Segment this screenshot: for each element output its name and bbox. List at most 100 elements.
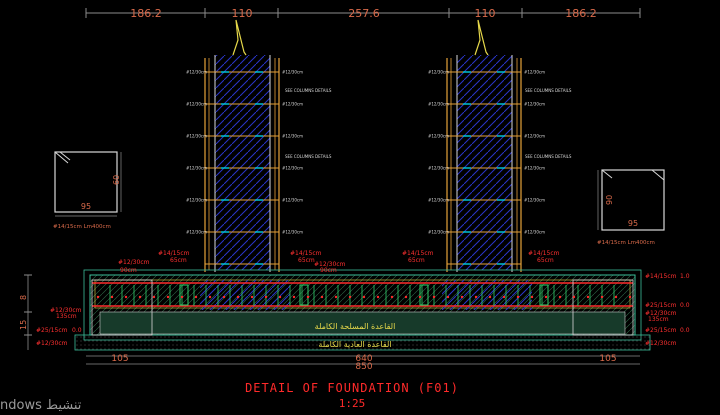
column-right xyxy=(446,19,522,272)
rebar-dot xyxy=(530,295,534,299)
rebar-dot xyxy=(348,295,352,299)
lbl-stirrup-a: #12/30cm xyxy=(118,259,150,266)
column-bar-label: #12/30cm xyxy=(428,70,449,75)
lbl-stirrup-a-len: 90cm xyxy=(120,267,137,274)
rebar-dot xyxy=(460,295,464,299)
lbl-mid-r-len: 65cm xyxy=(408,257,425,264)
rebar-dot xyxy=(516,295,520,299)
lbl-right-a: #14/15cm xyxy=(645,273,677,280)
rebar-dot xyxy=(418,295,422,299)
rebar-dot xyxy=(572,295,576,299)
lbl-right-d-len: 0.0 xyxy=(680,327,690,334)
rebar-dot xyxy=(600,295,604,299)
rebar-dot xyxy=(264,295,268,299)
dim-top-5: 186.2 xyxy=(565,7,597,20)
tie-beam-right-caption: #14/15cm Lm400cm xyxy=(597,240,655,246)
rebar-dot xyxy=(404,295,408,299)
lbl-col-right-top: #14/15cm xyxy=(528,250,560,257)
reinforced-base-label: القاعدة المسلحة الكاملة xyxy=(315,322,396,331)
dim-top-4: 110 xyxy=(475,7,496,20)
tie-beam-left-dim-a: 60 xyxy=(112,175,121,185)
see-details-left-2: SEE COLUMNS DETAILS xyxy=(285,154,332,159)
rebar-dot xyxy=(208,295,212,299)
column-bar-label: #12/30cm xyxy=(428,198,449,203)
drawing-scale: 1:25 xyxy=(339,397,366,410)
see-details-left-1: SEE COLUMNS DETAILS xyxy=(285,88,332,93)
lbl-right-b-len: 0.0 xyxy=(680,302,690,309)
rebar-dot xyxy=(362,295,366,299)
column-bar-label: #12/30cm xyxy=(428,134,449,139)
column-bar-label: #12/30cm xyxy=(282,70,303,75)
rebar-dot xyxy=(236,295,240,299)
column-bar-label: #12/30cm xyxy=(186,134,207,139)
column-bar-label: #12/30cm xyxy=(282,166,303,171)
lbl-mid-l-top: #14/15cm xyxy=(290,250,322,257)
column-bar-label: #12/30cm xyxy=(186,230,207,235)
rebar-dot xyxy=(376,295,380,299)
rebar-dot xyxy=(446,295,450,299)
rebar-dot xyxy=(138,295,142,299)
lbl-left-b: #25/15cm xyxy=(36,327,68,334)
lbl-mid-l-len: 65cm xyxy=(298,257,315,264)
rebar-dot xyxy=(180,295,184,299)
rebar-dot xyxy=(544,295,548,299)
rebar-dot xyxy=(432,295,436,299)
rebar-dot xyxy=(292,295,296,299)
rebar-dot xyxy=(250,295,254,299)
rebar-dot xyxy=(124,295,128,299)
lbl-right-d: #25/15cm xyxy=(645,327,677,334)
dim-top-3: 257.6 xyxy=(348,7,380,20)
column-bar-label: #12/30cm xyxy=(282,198,303,203)
rebar-dot xyxy=(334,295,338,299)
lbl-col-left-len: 65cm xyxy=(170,257,187,264)
rebar-dot xyxy=(586,295,590,299)
rebar-dot xyxy=(222,295,226,299)
left-vertical-dimension: 8 15 xyxy=(19,274,32,350)
column-bar-label: #12/30cm xyxy=(524,102,545,107)
top-dimension-line: 186.2 110 257.6 110 186.2 xyxy=(85,7,641,20)
left-dim-2: 15 xyxy=(19,320,28,330)
lbl-right-c-len: 135cm xyxy=(648,316,669,323)
tie-beam-right-dim-a: 90 xyxy=(605,195,614,205)
lbl-col-left-top: #14/15cm xyxy=(158,250,190,257)
foundation-body xyxy=(74,269,651,351)
left-dim-1: 8 xyxy=(19,295,28,300)
lbl-mid-r-top: #14/15cm xyxy=(402,250,434,257)
dim-top-1: 186.2 xyxy=(130,7,162,20)
plain-base-label: القاعدة العادية الكاملة xyxy=(318,340,391,349)
rebar-dot xyxy=(390,295,394,299)
rebar-dot xyxy=(110,295,114,299)
column-bar-label: #12/30cm xyxy=(282,230,303,235)
dim-top-2: 110 xyxy=(232,7,253,20)
column-bar-label: #12/30cm xyxy=(428,102,449,107)
see-column-details-notes: SEE COLUMNS DETAILS SEE COLUMNS DETAILS … xyxy=(285,88,572,159)
tie-beam-left-dim-b: 95 xyxy=(81,202,91,211)
rebar-dot xyxy=(96,295,100,299)
column-bar-label: #12/30cm xyxy=(186,102,207,107)
lbl-left-c: #12/30cm xyxy=(36,340,68,347)
drawing-title: DETAIL OF FOUNDATION (F01) xyxy=(245,381,459,395)
column-bar-label: #12/30cm xyxy=(524,166,545,171)
see-details-right-1: SEE COLUMNS DETAILS xyxy=(525,88,572,93)
activate-windows-watermark: ndows تنشيط xyxy=(0,398,82,413)
tie-beam-section-left: 60 95 #14/15cm Lm400cm xyxy=(53,151,122,230)
rebar-dot xyxy=(474,295,478,299)
see-details-right-2: SEE COLUMNS DETAILS xyxy=(525,154,572,159)
bottom-dim-right: 105 xyxy=(599,354,616,364)
rebar-dot xyxy=(306,295,310,299)
lbl-left-b-len: 0.0 xyxy=(72,327,82,334)
rebar-dot xyxy=(558,295,562,299)
column-bar-label: #12/30cm xyxy=(524,134,545,139)
lbl-right-a-len: 1.0 xyxy=(680,273,690,280)
column-bar-label: #12/30cm xyxy=(282,134,303,139)
lbl-col-right-len: 65cm xyxy=(537,257,554,264)
column-bar-label: #12/30cm xyxy=(186,198,207,203)
column-bar-label: #12/30cm xyxy=(282,102,303,107)
rebar-dot xyxy=(152,295,156,299)
bottom-dimensions: 105 640 850 105 xyxy=(86,354,640,372)
column-bar-label: #12/30cm xyxy=(524,230,545,235)
column-bar-label: #12/30cm xyxy=(524,70,545,75)
rebar-dot xyxy=(628,295,632,299)
bottom-dim-outer: 850 xyxy=(355,362,372,372)
rebar-dot xyxy=(166,295,170,299)
